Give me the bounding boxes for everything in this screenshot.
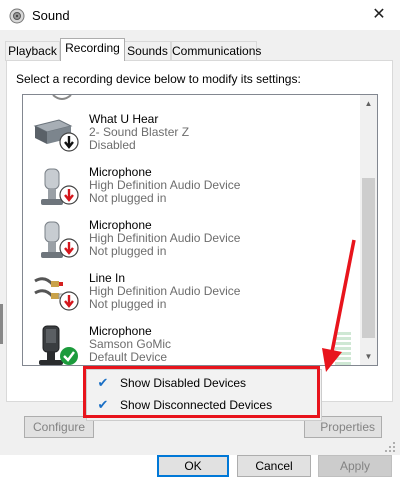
device-name: Microphone (89, 324, 152, 338)
checkmark-icon: ✔ (97, 375, 109, 390)
list-item[interactable]: What U Hear 2- Sound Blaster Z Disabled (23, 108, 359, 160)
apply-button[interactable]: Apply (318, 455, 392, 477)
device-description: High Definition Audio Device (89, 178, 241, 192)
menu-item-label: Show Disabled Devices (120, 376, 247, 390)
list-item[interactable]: Microphone Samson GoMic Default Device (23, 320, 359, 365)
properties-label: Properties (320, 420, 375, 434)
device-description: High Definition Audio Device (89, 284, 241, 298)
context-menu: ✔ Show Disabled Devices ✔ Show Disconnec… (86, 369, 322, 421)
title-bar: Sound ✕ (0, 0, 400, 30)
device-list[interactable]: What U Hear 2- Sound Blaster Z Disabled … (22, 94, 378, 366)
partial-device-icon (52, 95, 72, 100)
scroll-down-icon[interactable]: ▼ (360, 348, 377, 365)
tab-sounds[interactable]: Sounds (124, 41, 171, 61)
device-name: What U Hear (89, 112, 159, 126)
device-name: Line In (89, 271, 126, 285)
tab-recording[interactable]: Recording (60, 38, 125, 61)
menu-item-show-disconnected[interactable]: ✔ Show Disconnected Devices (87, 394, 321, 416)
tab-playback[interactable]: Playback (5, 41, 60, 61)
device-status: Not plugged in (89, 297, 167, 311)
close-button[interactable]: ✕ (366, 3, 392, 27)
window-edge (0, 304, 3, 344)
configure-button[interactable]: Configure (24, 416, 94, 438)
ok-button[interactable]: OK (157, 455, 229, 477)
instruction-text: Select a recording device below to modif… (16, 72, 301, 86)
microphone-icon (41, 168, 79, 205)
line-in-jack-icon (34, 277, 79, 311)
device-description: 2- Sound Blaster Z (89, 125, 190, 139)
sound-card-icon (33, 119, 79, 152)
list-item[interactable]: Line In High Definition Audio Device Not… (23, 267, 359, 319)
speaker-icon (9, 8, 25, 24)
tab-communications[interactable]: Communications (171, 41, 261, 61)
list-item[interactable]: Microphone High Definition Audio Device … (23, 161, 359, 213)
menu-item-label: Show Disconnected Devices (120, 398, 273, 412)
scroll-thumb[interactable] (362, 178, 375, 338)
menu-item-show-disabled[interactable]: ✔ Show Disabled Devices (87, 372, 321, 394)
checkmark-icon: ✔ (97, 397, 109, 412)
scroll-up-icon[interactable]: ▲ (360, 95, 377, 112)
device-description: High Definition Audio Device (89, 231, 241, 245)
device-name: Microphone (89, 218, 152, 232)
device-status: Disabled (89, 138, 136, 152)
device-status: Not plugged in (89, 244, 167, 258)
microphone-icon (41, 221, 79, 258)
usb-microphone-icon (39, 325, 78, 365)
vertical-scrollbar[interactable]: ▲ ▼ (360, 95, 377, 365)
device-status: Default Device (89, 350, 168, 364)
device-name: Microphone (89, 165, 152, 179)
level-meter-icon (335, 332, 351, 365)
resize-grip-icon[interactable] (384, 441, 396, 453)
device-description: Samson GoMic (89, 337, 172, 351)
device-status: Not plugged in (89, 191, 167, 205)
window-title: Sound (32, 8, 70, 23)
cancel-button[interactable]: Cancel (237, 455, 311, 477)
list-item[interactable]: Microphone High Definition Audio Device … (23, 214, 359, 266)
